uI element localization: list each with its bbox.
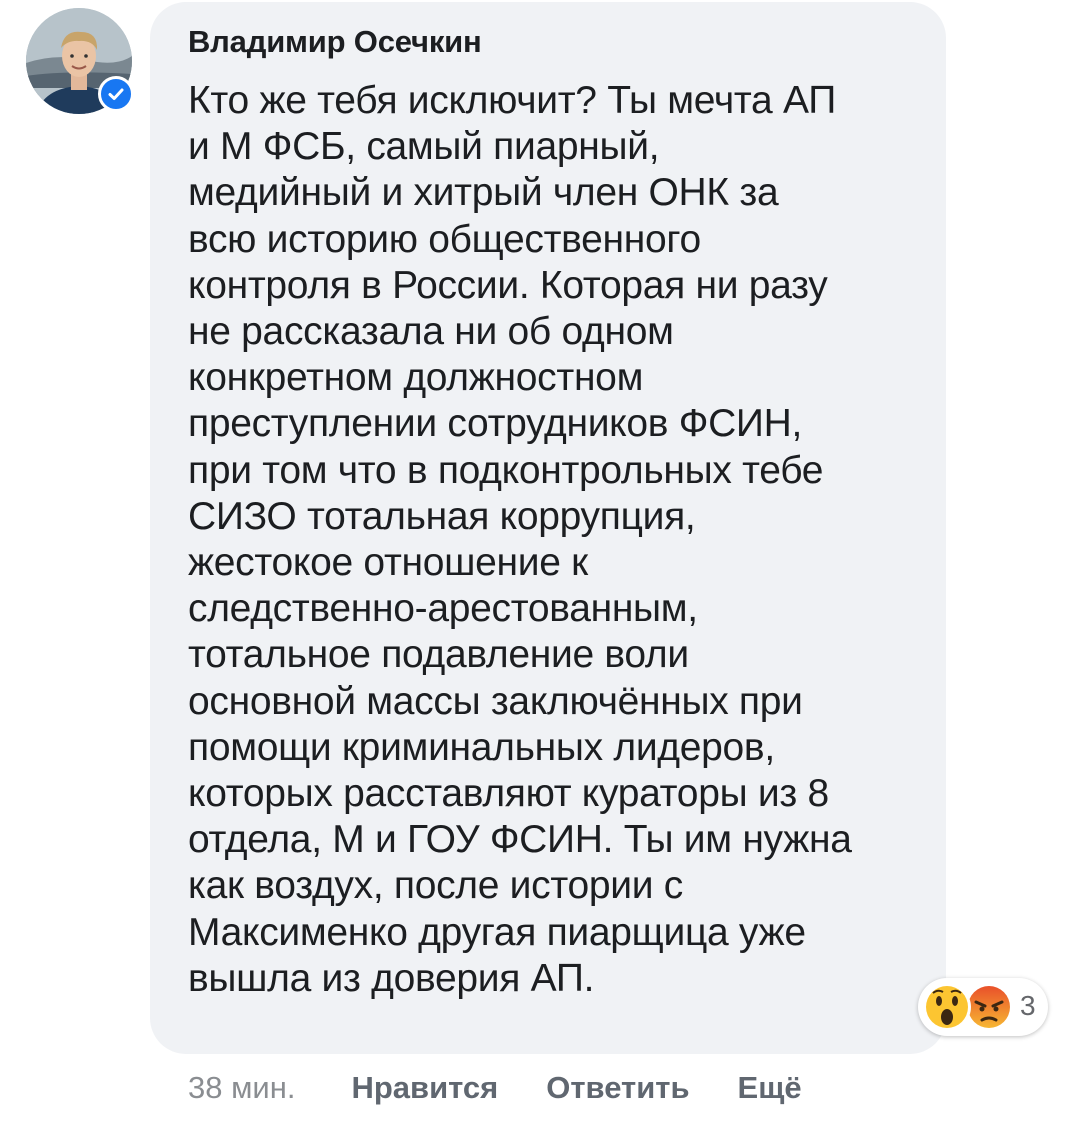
comment-text: Кто же тебя исключит? Ты мечта АП и М ФС… <box>188 79 852 1000</box>
author-name[interactable]: Владимир Осечкин <box>188 24 482 60</box>
more-button[interactable]: Ещё <box>738 1070 802 1106</box>
comment-timestamp[interactable]: 38 мин. <box>188 1070 295 1106</box>
comment-actions: 38 мин. Нравится Ответить Ещё <box>188 1068 850 1108</box>
reply-button[interactable]: Ответить <box>546 1070 689 1106</box>
like-button[interactable]: Нравится <box>351 1070 498 1106</box>
verified-badge-icon <box>98 76 134 112</box>
reactions-count: 3 <box>1020 990 1036 1021</box>
wow-icon <box>923 983 971 1031</box>
reactions-summary[interactable]: 3 <box>918 978 1048 1036</box>
comment-bubble: Владимир Осечкин Кто же тебя исключит? Т… <box>150 2 946 1054</box>
